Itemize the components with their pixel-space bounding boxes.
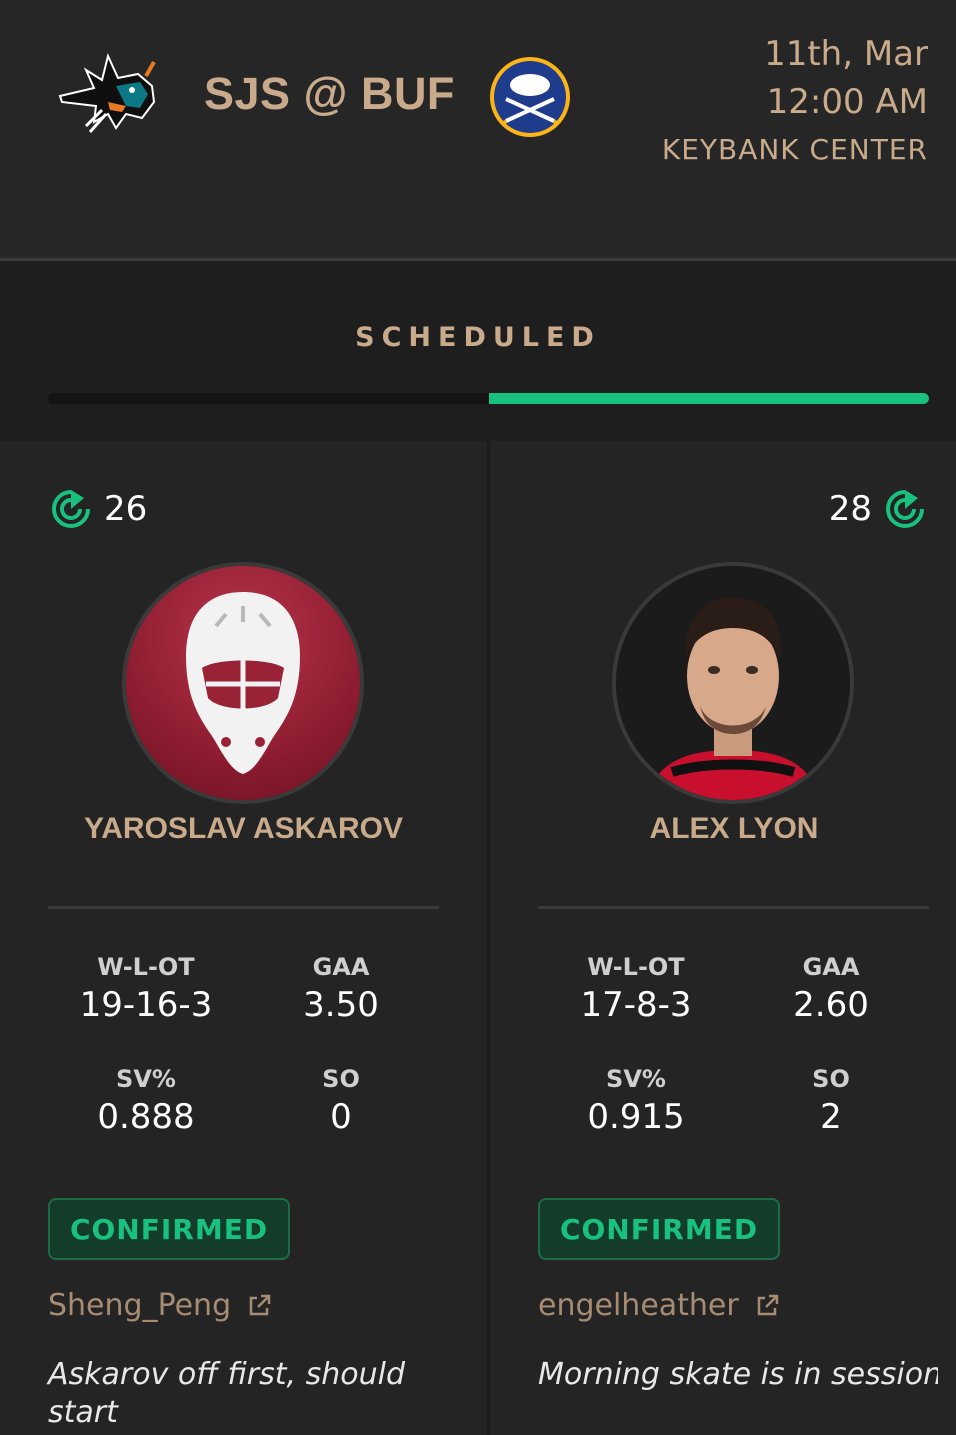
progress-fill: [488, 393, 929, 404]
goalie-name-away[interactable]: YAROSLAV ASKAROV: [0, 812, 487, 846]
goalie-name-home[interactable]: ALEX LYON: [490, 812, 956, 846]
stat-label: SO: [322, 1065, 360, 1093]
confirmed-badge: CONFIRMED: [538, 1198, 780, 1260]
stat-label: GAA: [802, 953, 860, 981]
player-photo-avatar[interactable]: [616, 566, 850, 800]
source-name[interactable]: Sheng_Peng: [48, 1288, 231, 1323]
stats-separator: [48, 906, 439, 909]
stat-svp: SV% 0.915: [536, 1062, 736, 1138]
stat-label: GAA: [312, 953, 370, 981]
game-venue: KEYBANK CENTER: [661, 133, 928, 166]
stat-value: 3.50: [303, 985, 379, 1025]
stat-value: 0.915: [587, 1097, 685, 1137]
stat-label: SV%: [116, 1065, 176, 1093]
stat-svp: SV% 0.888: [46, 1062, 246, 1138]
target-rank-icon: [52, 490, 90, 528]
target-rank-icon: [886, 490, 924, 528]
source-link[interactable]: Sheng_Peng: [48, 1288, 273, 1323]
stat-value: 2: [820, 1097, 842, 1137]
stat-value: 2.60: [793, 985, 869, 1025]
status-progress-bar: [48, 393, 929, 404]
stat-so: SO 0: [241, 1062, 441, 1138]
stats-separator: [538, 906, 929, 909]
rank-value: 26: [104, 489, 148, 529]
stat-value: 0.888: [97, 1097, 195, 1137]
external-link-icon[interactable]: [245, 1292, 273, 1320]
stat-so: SO 2: [731, 1062, 931, 1138]
game-header: SJS @ BUF 11th, Mar 12:00 AM KEYBANK CEN…: [0, 0, 956, 258]
stat-gaa: GAA 3.50: [241, 950, 441, 1026]
goalie-rank-home: 28: [829, 488, 926, 530]
stat-gaa: GAA 2.60: [731, 950, 931, 1026]
stat-value: 0: [330, 1097, 352, 1137]
matchup-title: SJS @ BUF: [204, 68, 455, 119]
stat-wlot: W-L-OT 19-16-3: [46, 950, 246, 1026]
stat-value: 19-16-3: [79, 985, 213, 1025]
goalie-rank-away: 26: [50, 488, 147, 530]
game-status-label: SCHEDULED: [355, 322, 601, 353]
source-name[interactable]: engelheather: [538, 1288, 739, 1323]
stat-label: W-L-OT: [97, 953, 195, 981]
external-link-icon[interactable]: [753, 1292, 781, 1320]
sabres-logo: [490, 57, 570, 137]
stat-wlot: W-L-OT 17-8-3: [536, 950, 736, 1026]
goalie-note: Askarov off first, should start: [48, 1357, 405, 1430]
stat-label: W-L-OT: [587, 953, 685, 981]
game-date: 11th, Mar: [764, 34, 928, 74]
goalie-mask-icon: [186, 592, 300, 774]
stat-label: SO: [812, 1065, 850, 1093]
player-photo: [616, 566, 850, 800]
stat-value: 17-8-3: [580, 985, 692, 1025]
goalie-note: Morning skate is in session. Alex Lyon i…: [538, 1357, 938, 1392]
sharks-logo: [58, 52, 156, 133]
stat-label: SV%: [606, 1065, 666, 1093]
game-info: 11th, Mar 12:00 AM KEYBANK CENTER: [662, 30, 928, 174]
source-link[interactable]: engelheather: [538, 1288, 781, 1323]
confirmed-badge: CONFIRMED: [48, 1198, 290, 1260]
rank-value: 28: [828, 489, 872, 529]
goalie-mask-avatar[interactable]: [126, 566, 360, 800]
game-time: 12:00 AM: [766, 82, 928, 122]
